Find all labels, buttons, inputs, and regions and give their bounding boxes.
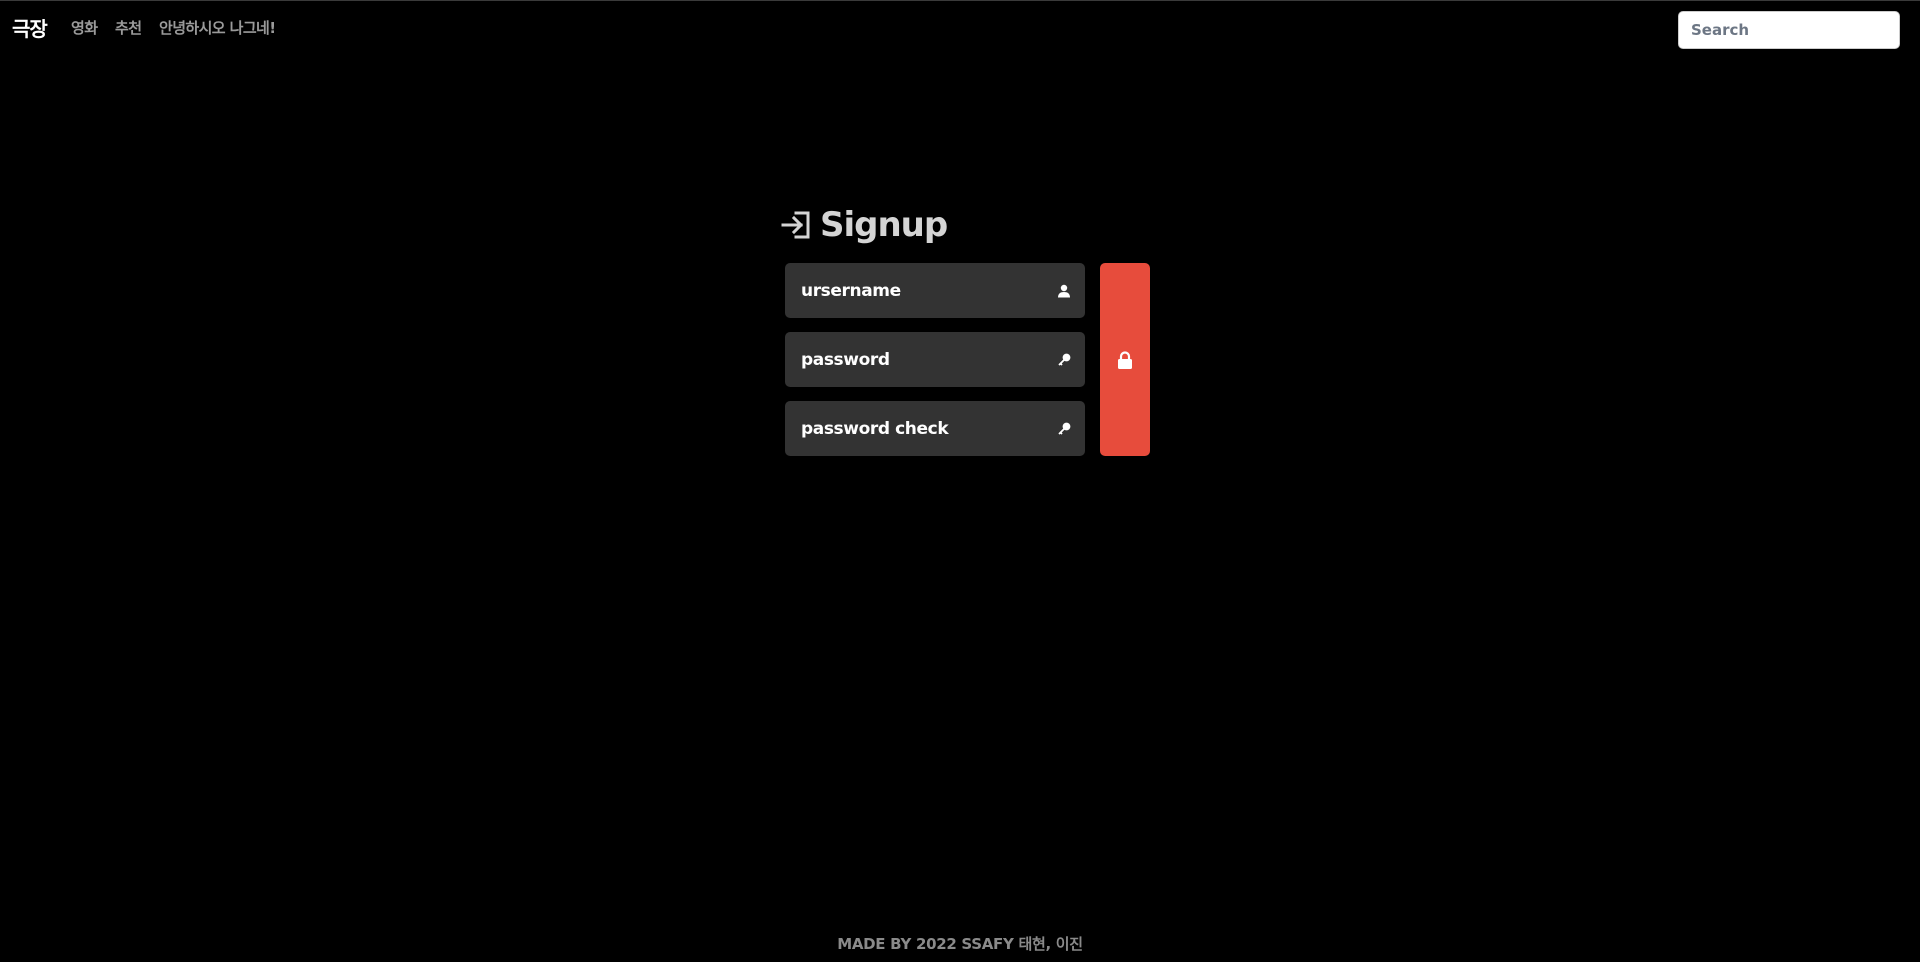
password-field (785, 332, 1085, 387)
footer-credit: MADE BY 2022 SSAFY 태현, 이진 (837, 935, 1083, 953)
nav-link-recommend[interactable]: 추천 (115, 17, 142, 38)
key-icon (1053, 353, 1071, 367)
user-icon (1053, 284, 1071, 298)
username-field (785, 263, 1085, 318)
footer: MADE BY 2022 SSAFY 태현, 이진 (0, 933, 1920, 954)
signup-heading: Signup (780, 201, 948, 249)
nav-link-greeting[interactable]: 안녕하시오 나그네! (159, 17, 276, 38)
navbar: 극장 영화 추천 안녕하시오 나그네! (0, 1, 1920, 53)
signup-title: Signup (820, 205, 948, 245)
search-input[interactable] (1678, 11, 1900, 49)
lock-icon (1117, 350, 1133, 369)
sign-in-icon (780, 209, 812, 241)
password-check-field (785, 401, 1085, 456)
password-input[interactable] (801, 332, 1053, 387)
password-check-input[interactable] (801, 401, 1053, 456)
username-input[interactable] (801, 263, 1053, 318)
signup-submit-button[interactable] (1100, 263, 1150, 456)
nav-link-movie[interactable]: 영화 (71, 17, 98, 38)
brand-link[interactable]: 극장 (12, 13, 48, 42)
key-icon (1053, 422, 1071, 436)
